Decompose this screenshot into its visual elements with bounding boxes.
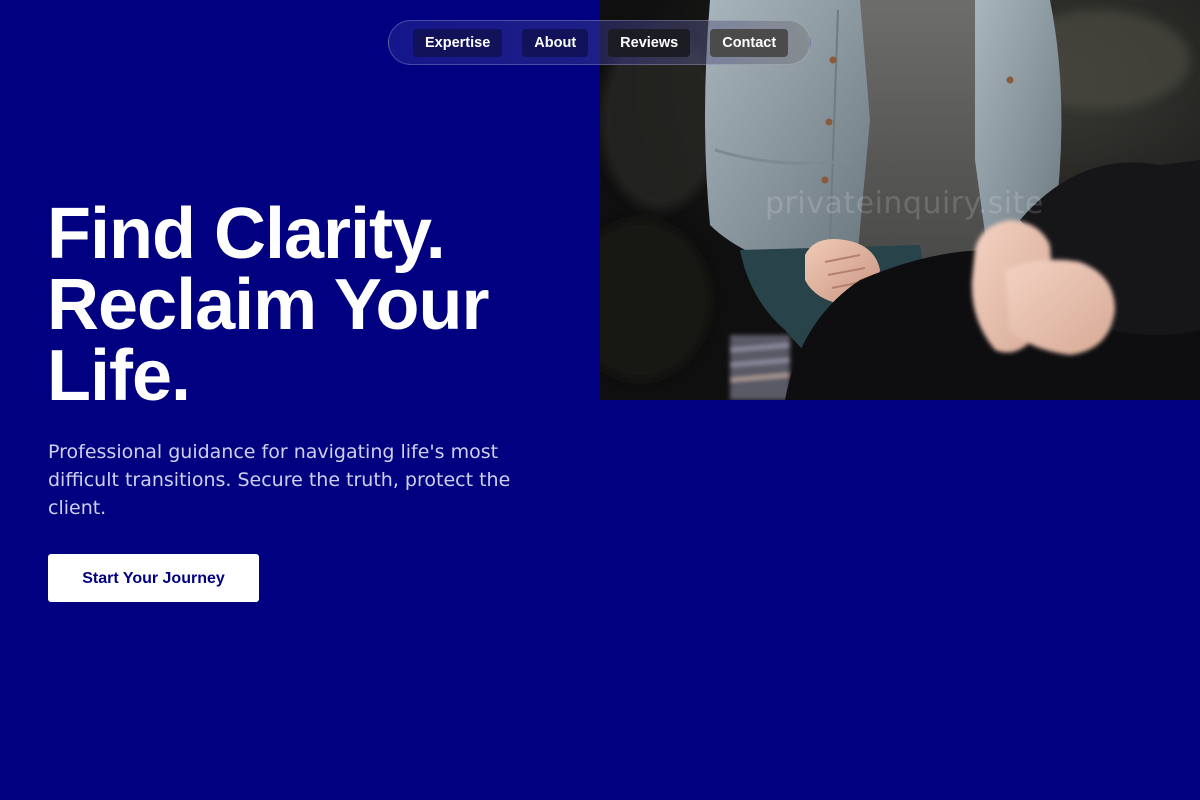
hero-heading-line-2: Reclaim Your: [47, 265, 490, 345]
nav-item-expertise[interactable]: Expertise: [413, 28, 503, 57]
start-journey-button[interactable]: Start Your Journey: [48, 554, 259, 602]
nav-item-contact[interactable]: Contact: [710, 28, 789, 57]
landing-page: privateinquiry.site Expertise About Revi…: [0, 0, 1200, 800]
hero-subtitle: Professional guidance for navigating lif…: [48, 441, 511, 519]
nav-item-reviews[interactable]: Reviews: [608, 28, 691, 57]
watermark-text: privateinquiry.site: [765, 186, 1044, 221]
hero-heading: Find Clarity. Reclaim Your Life.: [47, 194, 490, 416]
hero-heading-line-3: Life.: [47, 336, 191, 416]
hero-heading-line-1: Find Clarity.: [47, 194, 446, 274]
top-navigation: Expertise About Reviews Contact: [388, 20, 811, 65]
nav-item-about[interactable]: About: [522, 28, 589, 57]
